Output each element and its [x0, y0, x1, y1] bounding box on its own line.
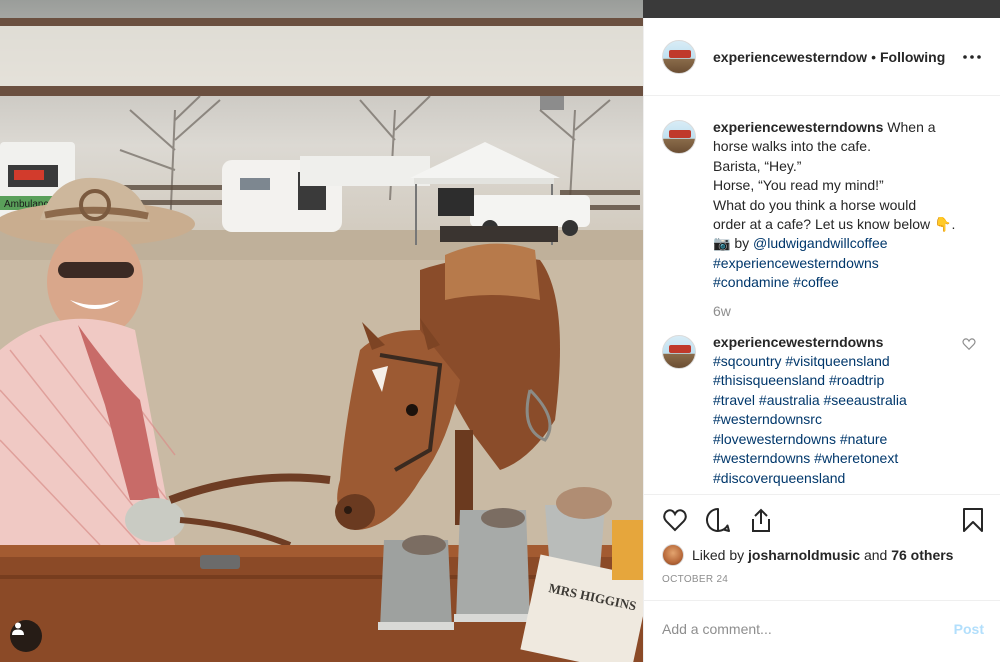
more-options-button[interactable] [960, 45, 984, 69]
heart-icon [962, 337, 976, 350]
hashtag-link[interactable]: #sqcountry [713, 353, 781, 369]
action-bar [644, 494, 1000, 544]
comment-item: experiencewesterndowns #sqcountry #visit… [662, 333, 984, 488]
user-tag-button[interactable] [10, 620, 42, 652]
comment-username[interactable]: experiencewesterndowns [713, 333, 963, 352]
bookmark-icon [963, 507, 983, 532]
caption-line: What do you think a horse would [713, 196, 917, 213]
hashtag-link[interactable]: #coffee [793, 274, 839, 290]
follow-status-button[interactable]: Following [880, 49, 945, 65]
comment-avatar[interactable] [662, 334, 696, 369]
caption-body: experiencewesterndowns When a horse walk… [713, 118, 963, 293]
caption-avatar[interactable] [662, 120, 696, 154]
likes-summary: Liked by josharnoldmusic and 76 others [644, 544, 1000, 566]
like-button[interactable] [660, 505, 690, 535]
save-button[interactable] [958, 505, 988, 535]
caption-line: Barista, “Hey.” [713, 157, 802, 174]
likes-others-link[interactable]: 76 others [891, 547, 953, 563]
hashtag-link[interactable]: #experiencewesterndowns [713, 255, 879, 271]
account-avatar[interactable] [662, 39, 696, 74]
hashtag-link[interactable]: #westerndownsrc [713, 411, 822, 427]
liker-username[interactable]: josharnoldmusic [748, 547, 860, 563]
caption-username[interactable]: experiencewesterndowns [713, 119, 883, 135]
heart-icon [663, 508, 687, 531]
post-date[interactable]: OCTOBER 24 [644, 566, 1000, 600]
post-header: experiencewesterndow • Following [644, 18, 1000, 96]
hashtag-link[interactable]: #wheretonext [814, 450, 898, 466]
hashtag-link[interactable]: #condamine [713, 274, 789, 290]
comment-icon [706, 507, 730, 532]
caption-age[interactable]: 6w [713, 303, 984, 319]
photo-scene: Ambulance MRS HIGGINS [0, 18, 643, 662]
hashtag-link[interactable]: #nature [840, 431, 887, 447]
comment-input[interactable] [662, 620, 954, 637]
caption-line: horse walks into the cafe. [713, 138, 871, 155]
share-icon [752, 508, 770, 532]
hashtag-link[interactable]: #thisisqueensland [713, 372, 825, 388]
caption-line: Horse, “You read my mind!” [713, 177, 884, 194]
caption: experiencewesterndowns When a horse walk… [662, 118, 984, 293]
header-separator: • [871, 48, 876, 65]
hashtag-link[interactable]: #visitqueensland [785, 353, 889, 369]
add-comment-bar: Post [644, 600, 1000, 656]
hashtag-link[interactable]: #seeaustralia [824, 392, 907, 408]
more-icon [963, 54, 981, 59]
likes-and: and [863, 547, 888, 563]
hashtag-link[interactable]: #lovewesterndowns [713, 431, 836, 447]
comment-like-button[interactable] [962, 337, 976, 351]
comments-list[interactable]: experiencewesterndowns When a horse walk… [644, 96, 1000, 494]
post-comment-button[interactable]: Post [954, 621, 984, 637]
hashtag-link[interactable]: #travel [713, 392, 755, 408]
comment-body: experiencewesterndowns #sqcountry #visit… [713, 333, 963, 488]
post-photo[interactable]: Ambulance MRS HIGGINS [0, 0, 643, 662]
account-username[interactable]: experiencewesterndow [713, 49, 867, 65]
hashtag-link[interactable]: #roadtrip [829, 372, 884, 388]
comment-button[interactable] [703, 505, 733, 535]
likes-prefix: Liked by [692, 547, 745, 563]
caption-line: 📷 by [713, 235, 753, 252]
user-tag-icon [12, 622, 24, 635]
hashtag-link[interactable]: #westerndowns [713, 450, 810, 466]
caption-line: order at a cafe? Let us know below 👇. [713, 216, 956, 233]
top-strip [643, 0, 1000, 18]
liker-avatar[interactable] [662, 544, 684, 566]
share-button[interactable] [746, 505, 776, 535]
post-sidebar: experiencewesterndow • Following experie… [643, 18, 1000, 662]
mention-link[interactable]: @ludwigandwillcoffee [753, 235, 888, 251]
hashtag-link[interactable]: #discoverqueensland [713, 470, 845, 486]
caption-line: When a [887, 119, 936, 135]
hashtag-link[interactable]: #australia [759, 392, 820, 408]
